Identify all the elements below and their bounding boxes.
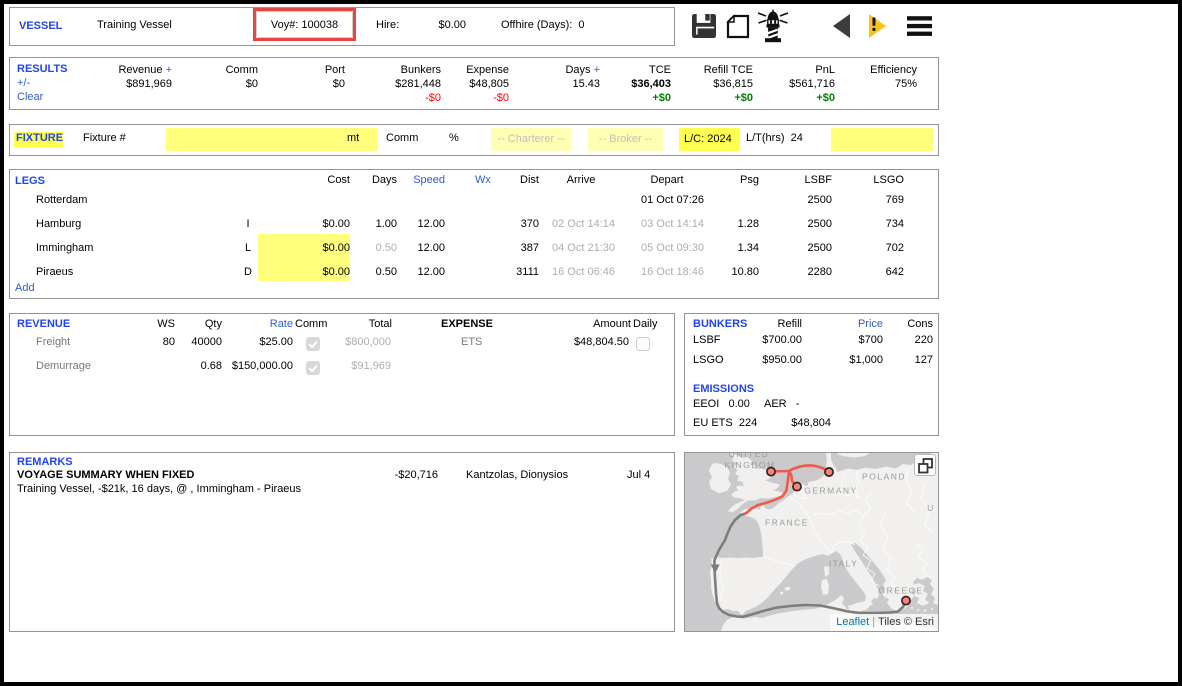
svg-text:GERMANY: GERMANY (804, 486, 857, 496)
svg-text:U: U (927, 503, 935, 513)
svg-text:ITALY: ITALY (829, 559, 858, 569)
svg-text:FRANCE: FRANCE (765, 518, 809, 528)
svg-text:UNITED: UNITED (729, 453, 770, 459)
svg-text:GREECE: GREECE (879, 586, 924, 596)
svg-text:POLAND: POLAND (862, 472, 906, 482)
